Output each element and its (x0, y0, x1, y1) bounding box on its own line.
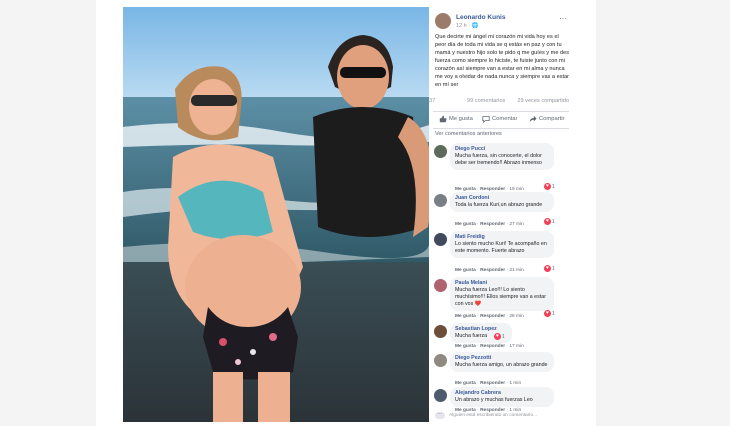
thumbs-up-icon (439, 115, 447, 123)
comment-time[interactable]: 1 min (509, 381, 521, 386)
commenter-name[interactable]: Paula Melani (455, 280, 549, 287)
commenter-avatar[interactable] (434, 194, 447, 207)
comment-bubble: Paula Melani Mucha fuerza Leo!!! Lo sien… (450, 277, 554, 311)
comment-reactions[interactable]: ♥ 1 (544, 183, 555, 190)
comment-like-link[interactable]: Me gusta (455, 268, 476, 273)
comment-like-link[interactable]: Me gusta (455, 344, 476, 349)
comment-time[interactable]: 28 min (509, 314, 523, 319)
comment-like-link[interactable]: Me gusta (455, 222, 476, 227)
commenter-avatar[interactable] (434, 233, 447, 246)
more-options-icon[interactable]: ··· (559, 15, 567, 23)
comment-links: Me gusta · Responder · 21 min (455, 268, 524, 273)
comment-bubble: Diego Pucci Mucha fuerza, sin conocerte,… (450, 143, 554, 170)
comment-like-link[interactable]: Me gusta (455, 314, 476, 319)
comment-icon (482, 116, 490, 123)
comment-text: Lo siento mucho Kuri! Te acompaño en est… (455, 241, 547, 254)
comment-like-link[interactable]: Me gusta (455, 381, 476, 386)
reaction-count: 1 (552, 310, 555, 317)
commenter-name[interactable]: Diego Pucci (455, 146, 549, 153)
commenter-name[interactable]: Mati Freidig (455, 234, 549, 241)
commenter-name[interactable]: Sebastian Lopez (455, 326, 507, 333)
comment-time[interactable]: 17 min (509, 344, 523, 349)
comment-text: Mucha fuerza Leo!!! Lo siento muchísimo!… (455, 287, 546, 307)
heart-icon: ♥ (544, 218, 551, 225)
like-button[interactable]: Me gusta (439, 115, 473, 123)
post-time[interactable]: 12 h · 🌐 (456, 23, 478, 29)
divider (433, 128, 569, 129)
post-header: Leonardo Kunis 12 h · 🌐 ··· (435, 13, 569, 35)
view-previous-comments[interactable]: Ver comentarios anteriores (435, 131, 502, 137)
comment-links: Me gusta · Responder · 1 min (455, 381, 522, 386)
beach-photo-illustration (123, 7, 429, 422)
typing-indicator: Alguien está escribiendo un comentario..… (449, 413, 537, 418)
commenter-name[interactable]: Alejandro Cabrera (455, 390, 549, 397)
post-panel: Leonardo Kunis 12 h · 🌐 ··· Que decirte … (429, 7, 573, 422)
reaction-count: 1 (552, 183, 555, 190)
commenter-name[interactable]: Diego Pezzotti (455, 355, 549, 362)
comment-links: Me gusta · Responder · 28 min (455, 314, 524, 319)
author-name[interactable]: Leonardo Kunis (456, 14, 505, 21)
post-photo[interactable] (123, 7, 429, 422)
author-avatar[interactable] (435, 13, 451, 29)
post-actions: Me gusta Comentar Compartir (433, 115, 569, 127)
like-label: Me gusta (449, 116, 473, 122)
comment-text: Mucha fuerza amigo, un abrazo grande (455, 362, 548, 368)
reaction-count: 1 (502, 333, 505, 340)
reaction-count: 1 (552, 265, 555, 272)
comment-reply-link[interactable]: Responder (480, 344, 505, 349)
commenter-name[interactable]: Juan Cordoni (455, 195, 549, 202)
comment-reply-link[interactable]: Responder (480, 268, 505, 273)
commenter-avatar[interactable] (434, 354, 447, 367)
comment-bubble: Mati Freidig Lo siento mucho Kuri! Te ac… (450, 231, 554, 258)
comment-reply-link[interactable]: Responder (480, 314, 505, 319)
comment-bubble: Alejandro Cabrera Un abrazo y muchas fue… (450, 387, 554, 407)
heart-icon: ♥ (494, 333, 501, 340)
comment-text: Toda la fuerza Kuri,un abrazo grande (455, 202, 543, 208)
comment-reactions[interactable]: ♥ 1 (544, 218, 555, 225)
heart-icon: ♥ (544, 265, 551, 272)
divider (433, 111, 569, 112)
post-text: Que decirte mi ángel mi corazón mi vida … (435, 34, 570, 88)
post-stats: 37 99 comentarios 29 veces compartido (429, 98, 573, 108)
commenter-avatar[interactable] (434, 145, 447, 158)
comment-bubble: Juan Cordoni Toda la fuerza Kuri,un abra… (450, 192, 554, 212)
comment-time[interactable]: 21 min (509, 268, 523, 273)
comment-reactions[interactable]: ♥ 1 (544, 265, 555, 272)
comment-reply-link[interactable]: Responder (480, 381, 505, 386)
comment-reactions[interactable]: ♥ 1 (494, 333, 505, 340)
commenter-avatar[interactable] (434, 279, 447, 292)
heart-icon: ♥ (544, 183, 551, 190)
share-label: Compartir (539, 116, 565, 122)
comment-time[interactable]: 27 min (509, 222, 523, 227)
comment-bubble: Diego Pezzotti Mucha fuerza amigo, un ab… (450, 352, 554, 372)
comments-count[interactable]: 99 comentarios (467, 98, 505, 104)
comment-reply-link[interactable]: Responder (480, 222, 505, 227)
share-icon (529, 115, 537, 123)
comment-label: Comentar (492, 116, 518, 122)
comment-text: Un abrazo y muchas fuerzas Leo (455, 397, 533, 403)
comment-button[interactable]: Comentar (482, 115, 517, 123)
commenter-avatar[interactable] (434, 325, 447, 338)
share-button[interactable]: Compartir (529, 115, 564, 123)
reaction-count: 1 (552, 218, 555, 225)
comment-text: Mucha fuerza, sin conocerte, el dolor de… (455, 153, 542, 166)
comment-links: Me gusta · Responder · 27 min (455, 222, 524, 227)
globe-icon: 🌐 (471, 23, 479, 29)
typing-indicator-icon: ··· (435, 412, 445, 419)
comment-reactions[interactable]: ♥ 1 (544, 310, 555, 317)
commenter-avatar[interactable] (434, 389, 447, 402)
comment-links: Me gusta · Responder · 17 min (455, 344, 524, 349)
like-count[interactable]: 37 (429, 98, 435, 104)
heart-icon: ♥ (544, 310, 551, 317)
shares-count[interactable]: 29 veces compartido (517, 98, 569, 104)
